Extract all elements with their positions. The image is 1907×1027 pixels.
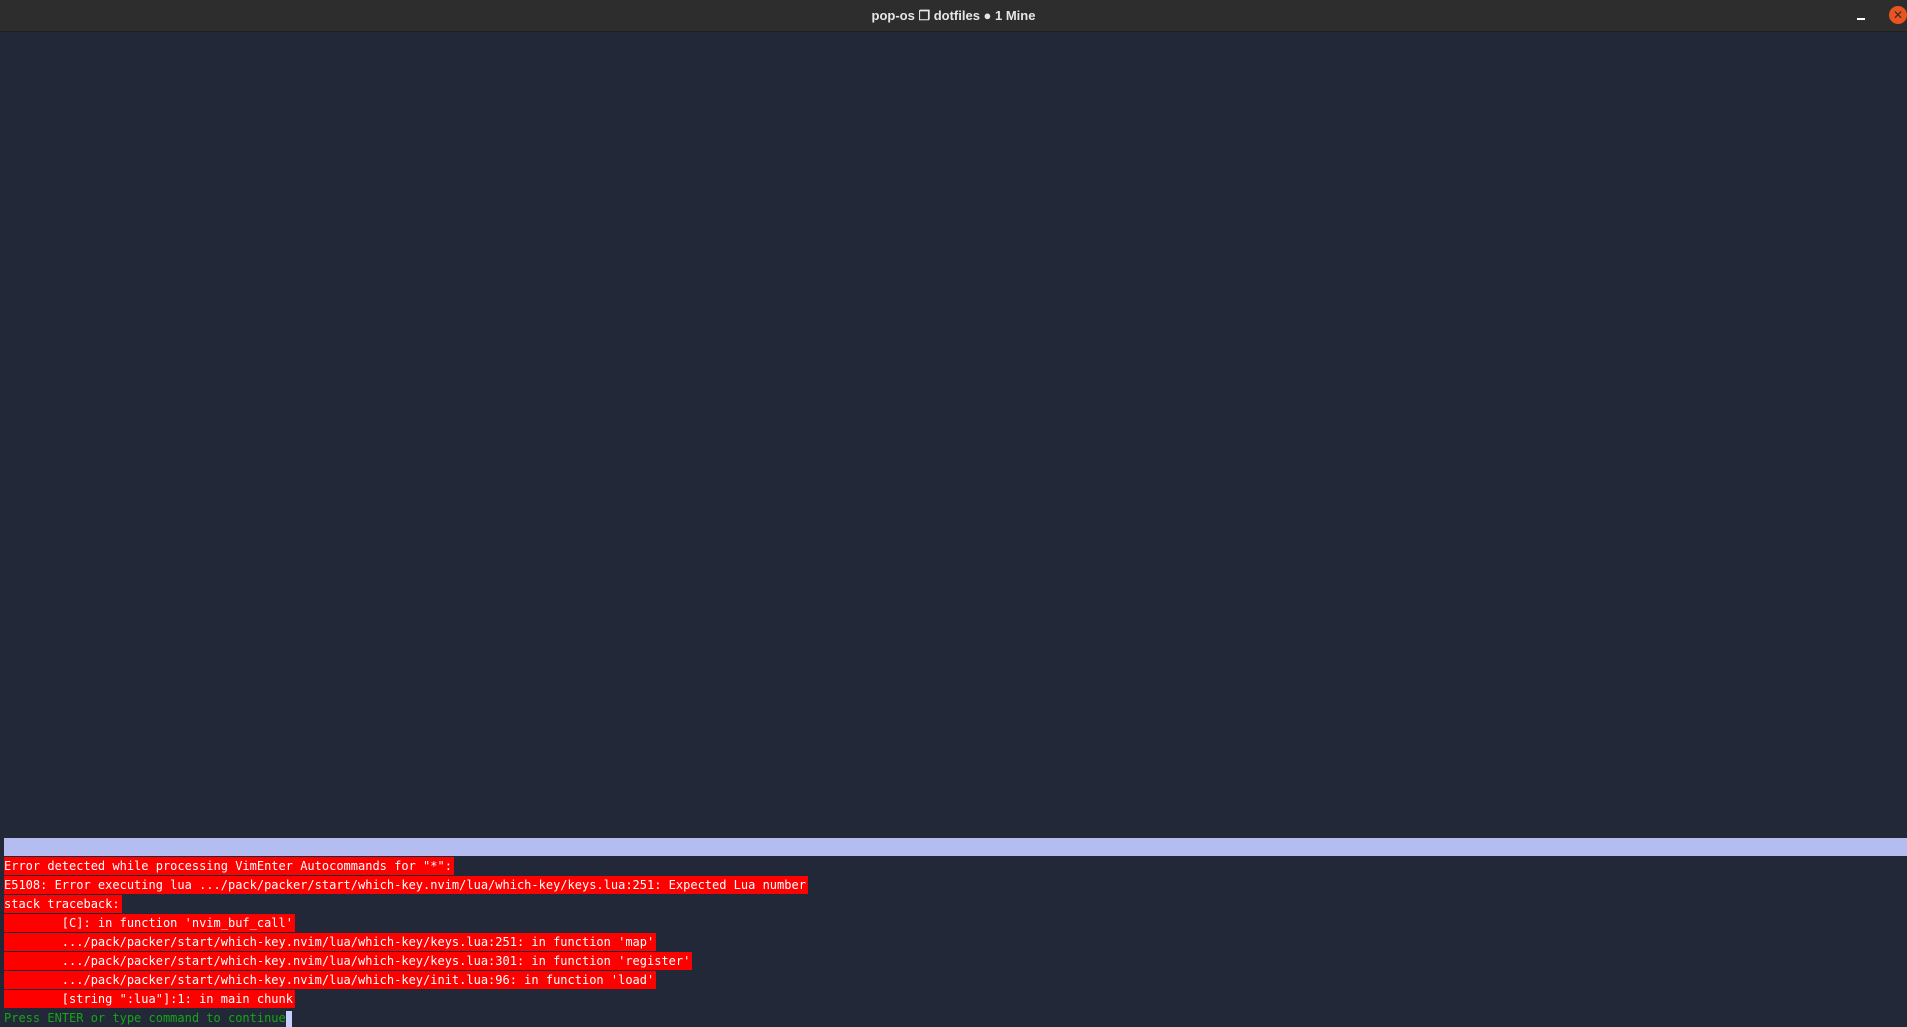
prompt-line[interactable]: Press ENTER or type command to continue [4,1009,1907,1027]
error-line: E5108: Error executing lua .../pack/pack… [4,876,1907,895]
error-line: stack traceback: [4,895,1907,914]
close-icon[interactable]: ✕ [1889,6,1907,24]
text-cursor [285,1010,292,1027]
error-text: [C]: in function 'nvim_buf_call' [4,914,295,932]
error-text: .../pack/packer/start/which-key.nvim/lua… [4,933,657,951]
error-text: .../pack/packer/start/which-key.nvim/lua… [4,952,693,970]
error-text: stack traceback: [4,895,122,913]
continue-prompt: Press ENTER or type command to continue [4,1011,286,1025]
title-bar[interactable]: pop-os ❐ dotfiles ● 1 Mine ✕ [0,0,1907,32]
error-text: E5108: Error executing lua .../pack/pack… [4,876,808,894]
error-line: .../pack/packer/start/which-key.nvim/lua… [4,933,1907,952]
error-text: .../pack/packer/start/which-key.nvim/lua… [4,971,657,989]
error-text: Error detected while processing VimEnter… [4,857,454,875]
message-separator [4,838,1907,856]
error-text: [string ":lua"]:1: in main chunk [4,990,295,1008]
error-line: Error detected while processing VimEnter… [4,857,1907,876]
editor-area[interactable] [0,32,1907,837]
terminal-window: pop-os ❐ dotfiles ● 1 Mine ✕ Error detec… [0,0,1907,1027]
window-title: pop-os ❐ dotfiles ● 1 Mine [871,7,1036,23]
error-line: .../pack/packer/start/which-key.nvim/lua… [4,952,1907,971]
error-line: [string ":lua"]:1: in main chunk [4,990,1907,1009]
error-line: .../pack/packer/start/which-key.nvim/lua… [4,971,1907,990]
message-area: Error detected while processing VimEnter… [4,857,1907,1027]
error-line: [C]: in function 'nvim_buf_call' [4,914,1907,933]
minimize-icon[interactable] [1853,8,1869,24]
